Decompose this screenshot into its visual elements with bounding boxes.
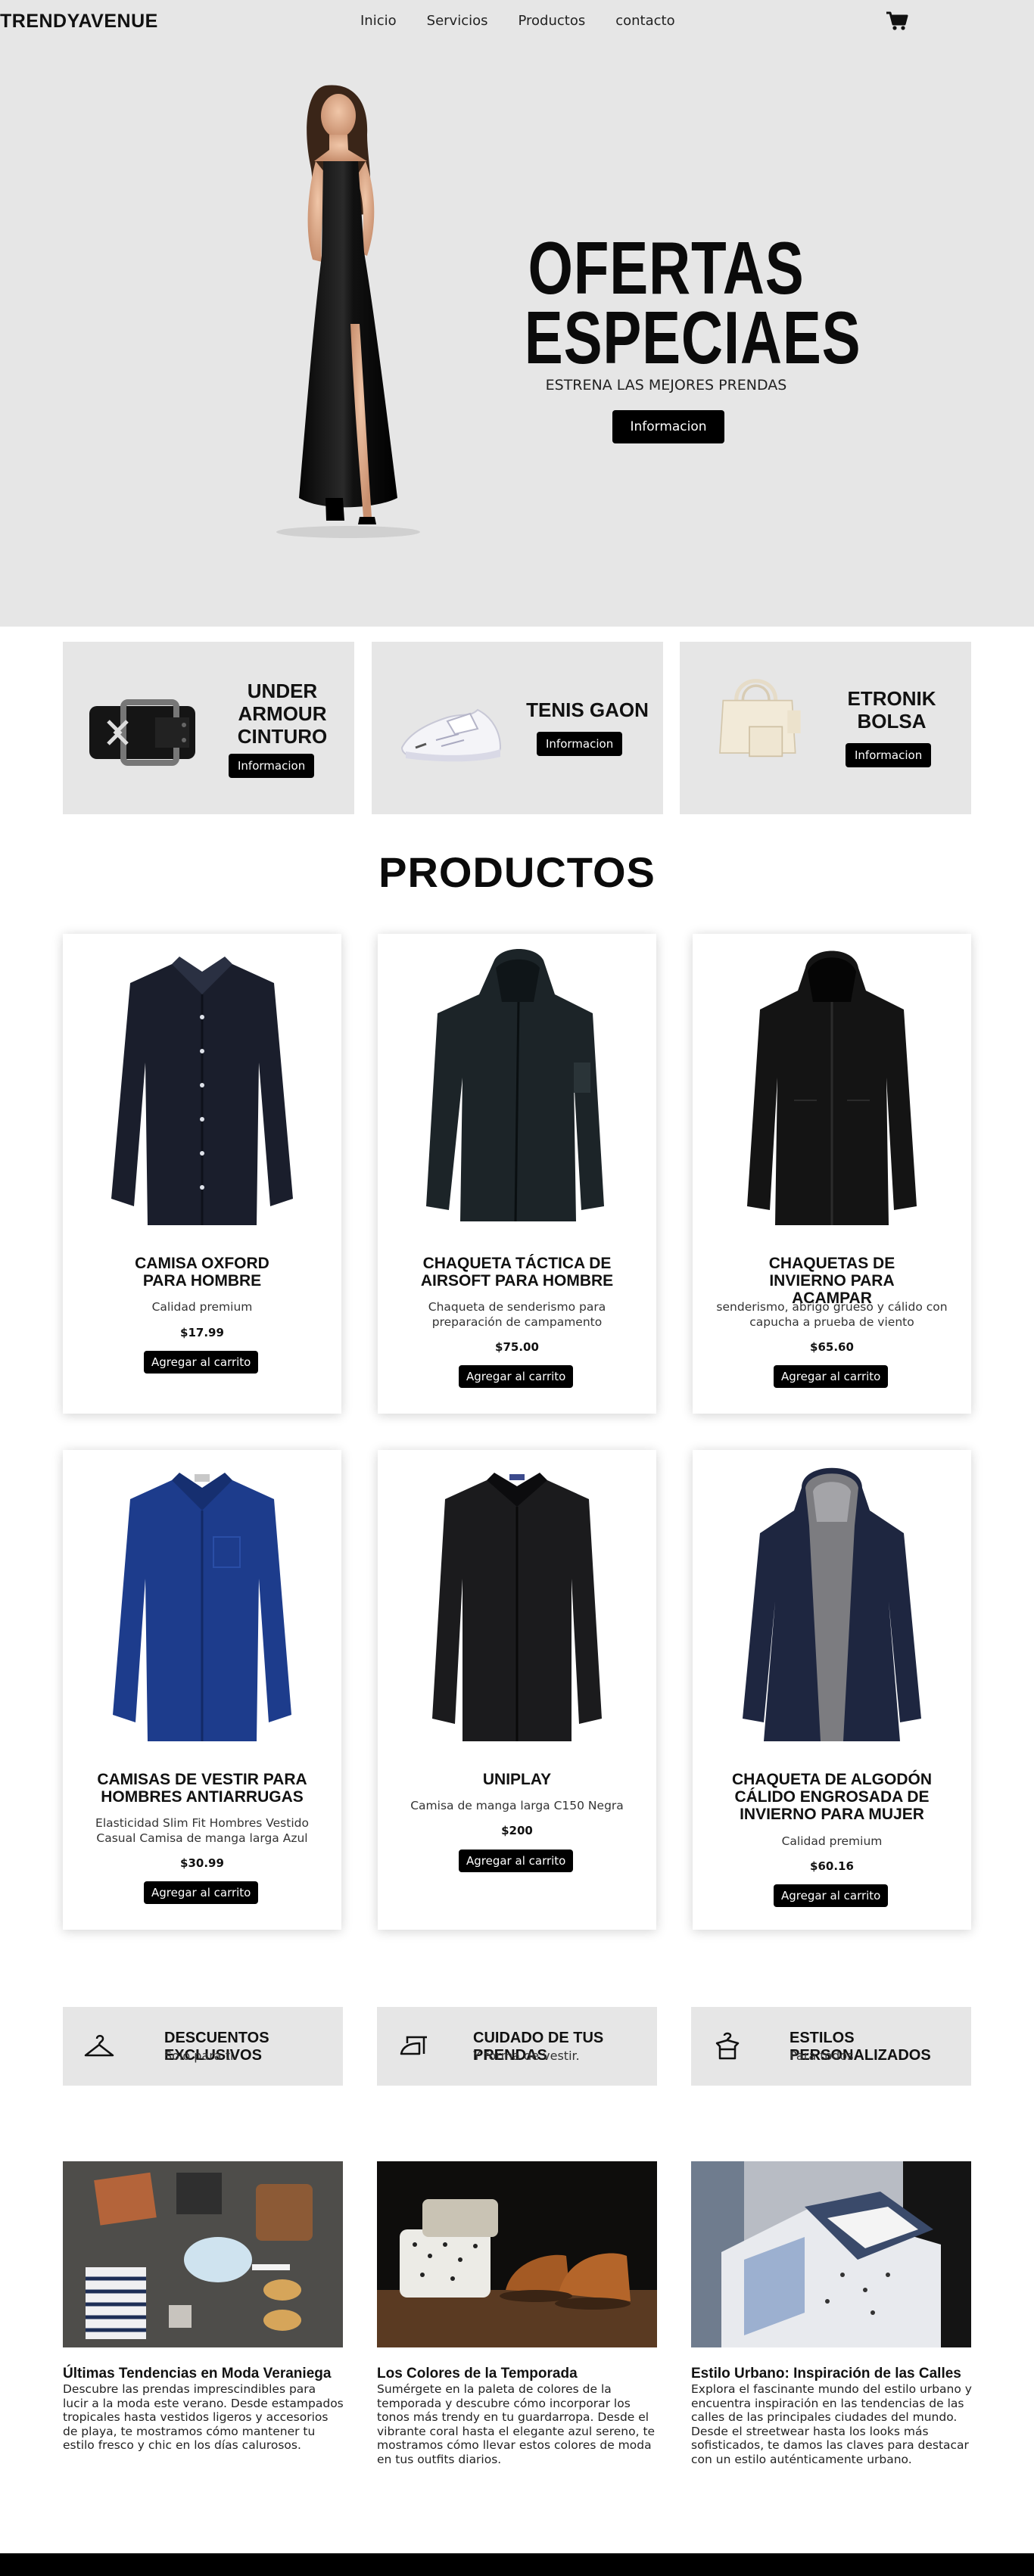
site-header: TRENDYAVENUE Inicio Servicios Productos …	[0, 0, 1034, 44]
product-price: $75.00	[495, 1340, 539, 1354]
featured-card-shoes: TENIS GAON Informacion	[372, 642, 663, 814]
add-to-cart-button[interactable]: Agregar al carrito	[459, 1850, 574, 1872]
add-to-cart-button[interactable]: Agregar al carrito	[774, 1365, 889, 1388]
product-name: CAMISA OXFORD PARA HOMBRE	[135, 1255, 269, 1290]
product-price: $60.16	[810, 1859, 854, 1873]
add-to-cart-button[interactable]: Agregar al carrito	[774, 1884, 889, 1907]
hero-subtitle: ESTRENA LAS MEJORES PRENDAS	[545, 377, 787, 394]
nav-contacto[interactable]: contacto	[615, 13, 674, 29]
sneaker-image	[400, 708, 502, 762]
hero-title-line-2: ESPECIAES	[524, 296, 861, 379]
product-image-blue-dress-shirt	[113, 1473, 291, 1741]
featured-info-button[interactable]: Informacion	[229, 754, 315, 778]
product-description: Elasticidad Slim Fit Hombres Vestido Cas…	[95, 1816, 309, 1845]
featured-card-belt: UNDER ARMOUR CINTURO Informacion	[63, 642, 354, 814]
product-name: CHAQUETA DE ALGODÓN CÁLIDO ENGROSADA DE …	[731, 1771, 933, 1823]
service-subtitle: Solo para ti.	[164, 2049, 238, 2063]
product-description: Camisa de manga larga C150 Negra	[410, 1799, 624, 1812]
featured-info-button[interactable]: Informacion	[537, 732, 623, 756]
product-card: CHAQUETA DE ALGODÓN CÁLIDO ENGROSADA DE …	[693, 1450, 971, 1930]
product-price: $30.99	[180, 1856, 224, 1870]
product-description: Chaqueta de senderismo para preparación …	[428, 1300, 606, 1329]
add-to-cart-button[interactable]: Agregar al carrito	[144, 1351, 259, 1374]
product-card: UNIPLAY Camisa de manga larga C150 Negra…	[378, 1450, 656, 1930]
blog-image-summer-flatlay	[63, 2161, 343, 2347]
product-name: CHAQUETA TÁCTICA DE AIRSOFT PARA HOMBRE	[420, 1255, 614, 1290]
product-image-tactical-jacket	[426, 949, 604, 1222]
product-name: CAMISAS DE VESTIR PARA HOMBRES ANTIARRUG…	[97, 1771, 307, 1806]
hero-title-line-1: OFERTAS	[528, 226, 805, 310]
hero-info-button[interactable]: Informacion	[612, 410, 724, 443]
nav-inicio[interactable]: Inicio	[360, 13, 397, 29]
hero-model-image	[276, 85, 420, 538]
service-subtitle: Y forma de vestir.	[473, 2049, 580, 2063]
product-description: Calidad premium	[781, 1834, 883, 1848]
blog-title[interactable]: Estilo Urbano: Inspiración de las Calles	[691, 2366, 961, 2382]
bag-image	[719, 679, 801, 758]
brand-logo[interactable]: TRENDYAVENUE	[0, 11, 158, 33]
nav-servicios[interactable]: Servicios	[427, 13, 488, 29]
hero-title: OFERTAS ESPECIAES	[524, 226, 861, 379]
featured-title: UNDER ARMOUR CINTURO	[237, 680, 328, 748]
products-section-title: PRODUCTOS	[378, 848, 656, 896]
blog-image-urban-shirts	[691, 2161, 971, 2347]
product-description: Calidad premium	[151, 1300, 253, 1314]
cart-icon[interactable]	[886, 11, 908, 32]
product-image-winter-jacket	[747, 950, 917, 1225]
product-description: senderismo, abrigo grueso y cálido con c…	[716, 1300, 948, 1329]
shirt-hanger-icon	[715, 2032, 740, 2060]
blog-body: Explora el fascinante mundo del estilo u…	[691, 2382, 972, 2466]
add-to-cart-button[interactable]: Agregar al carrito	[459, 1365, 574, 1388]
featured-card-bag: ETRONIK BOLSA Informacion	[680, 642, 971, 814]
product-name: UNIPLAY	[482, 1771, 552, 1788]
featured-title: TENIS GAON	[526, 698, 649, 721]
product-price: $200	[501, 1824, 533, 1837]
belt-image	[89, 699, 195, 766]
hero-section: OFERTAS ESPECIAES ESTRENA LAS MEJORES PR…	[0, 44, 1034, 627]
product-image-oxford-shirt	[111, 957, 293, 1225]
blog-body: Descubre las prendas imprescindibles par…	[63, 2382, 344, 2452]
product-price: $65.60	[810, 1340, 854, 1354]
blog-title[interactable]: Últimas Tendencias en Moda Veraniega	[63, 2366, 331, 2382]
product-card: CHAQUETA TÁCTICA DE AIRSOFT PARA HOMBRE …	[378, 934, 656, 1414]
main-nav: Inicio Servicios Productos contacto	[360, 13, 705, 29]
product-card: CHAQUETAS DE INVIERNO PARA ACAMPAR sende…	[693, 934, 971, 1414]
blog-image-shoes-shirts	[377, 2161, 657, 2347]
featured-info-button[interactable]: Informacion	[846, 743, 932, 767]
product-image-women-coat	[743, 1467, 921, 1741]
featured-title: ETRONIK BOLSA	[847, 687, 936, 733]
service-card-care: CUIDADO DE TUS PRENDAS Y forma de vestir…	[377, 2007, 657, 2086]
service-card-discounts: DESCUENTOS EXCLUSIVOS Solo para ti.	[63, 2007, 343, 2086]
blog-body: Sumérgete en la paleta de colores de la …	[377, 2382, 656, 2466]
product-image-black-shirt	[432, 1473, 602, 1741]
product-price: $17.99	[180, 1326, 224, 1339]
product-card: CAMISA OXFORD PARA HOMBRE Calidad premiu…	[63, 934, 341, 1414]
nav-productos[interactable]: Productos	[518, 13, 585, 29]
add-to-cart-button[interactable]: Agregar al carrito	[144, 1881, 259, 1904]
iron-icon	[400, 2036, 427, 2055]
service-card-styles: ESTILOS PERSONALIZADOS Para todos	[691, 2007, 971, 2086]
hanger-icon	[84, 2035, 114, 2057]
service-subtitle: Para todos	[790, 2049, 854, 2063]
blog-title[interactable]: Los Colores de la Temporada	[377, 2366, 578, 2382]
product-card: CAMISAS DE VESTIR PARA HOMBRES ANTIARRUG…	[63, 1450, 341, 1930]
site-footer	[0, 2553, 1034, 2576]
